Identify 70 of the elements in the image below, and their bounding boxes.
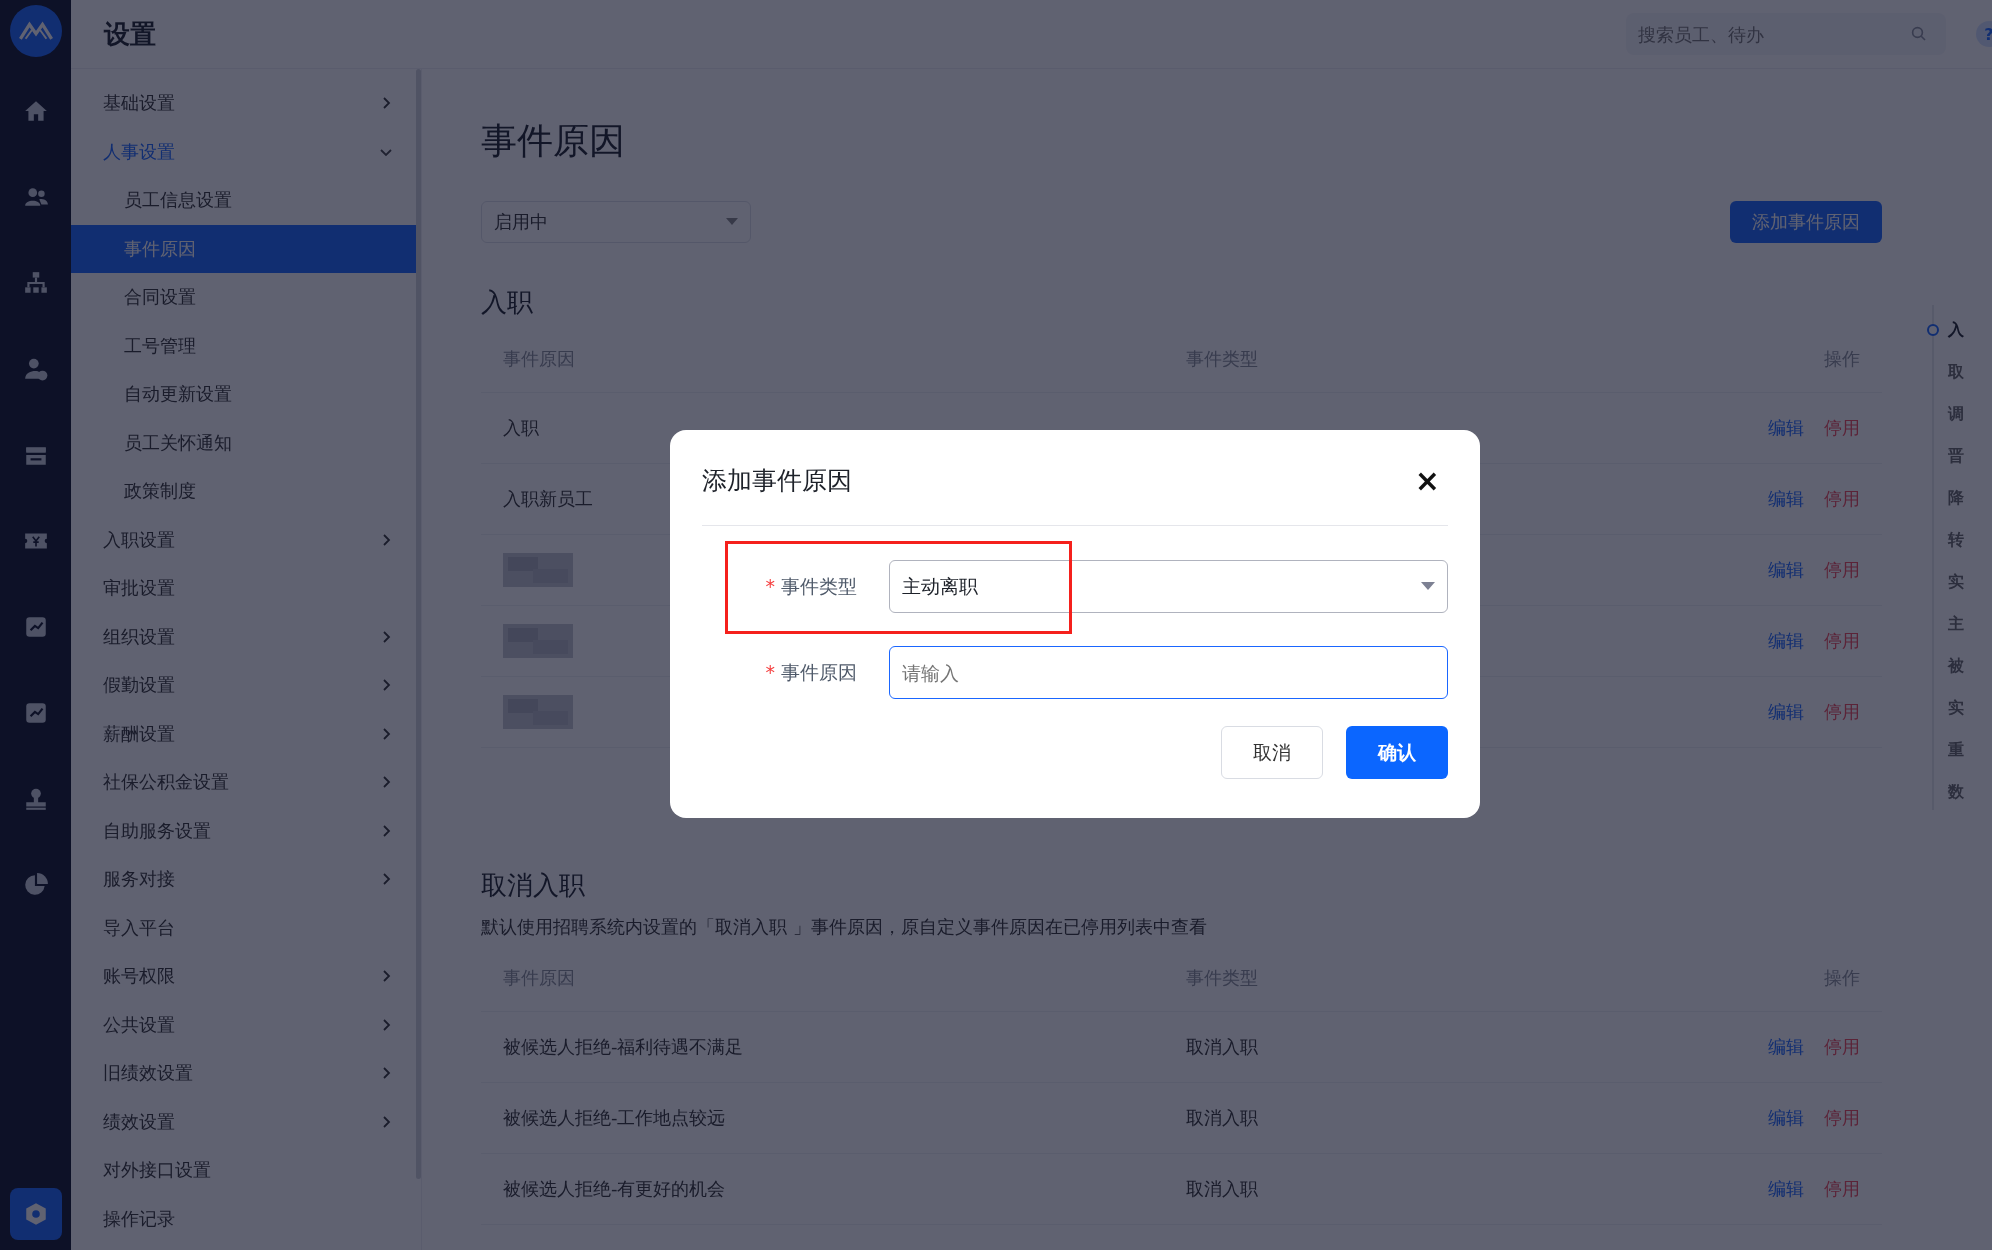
sidebar-item[interactable]: 导入平台	[71, 903, 416, 952]
add-reason-button[interactable]: 添加事件原因	[1730, 201, 1882, 243]
confirm-button[interactable]: 确认	[1346, 726, 1448, 779]
sidebar-item[interactable]: 旧绩效设置	[71, 1049, 416, 1098]
edit-link[interactable]: 编辑	[1768, 558, 1804, 582]
search-icon[interactable]	[1910, 25, 1928, 43]
table-cell: 被候选人拒绝-福利待遇不满足	[503, 1035, 744, 1059]
caret-down-icon	[1421, 582, 1435, 591]
sidebar-item[interactable]: 账号权限	[71, 952, 416, 1001]
table-cell: 入职新员工	[503, 487, 593, 511]
disable-link[interactable]: 停用	[1824, 1106, 1860, 1130]
sidebar-item[interactable]: 假勤设置	[71, 661, 416, 710]
sidebar-subitem[interactable]: 员工信息设置	[71, 176, 416, 225]
table-cell: 取消入职	[1186, 1107, 1258, 1128]
help-button[interactable]: ?	[1976, 21, 1992, 47]
edit-link[interactable]: 编辑	[1768, 1035, 1804, 1059]
sidebar-item[interactable]: 服务对接	[71, 855, 416, 904]
sidebar-item[interactable]: 审批设置	[71, 564, 416, 613]
sidebar-subitem[interactable]: 员工关怀通知	[71, 418, 416, 467]
sidebar-subitem[interactable]: 合同设置	[71, 273, 416, 322]
edit-link[interactable]: 编辑	[1768, 487, 1804, 511]
disable-link[interactable]: 停用	[1824, 629, 1860, 653]
sidebar-item[interactable]: 对外接口设置	[71, 1146, 416, 1195]
sidebar-item[interactable]: 社保公积金设置	[71, 758, 416, 807]
sidebar-subitem[interactable]: 工号管理	[71, 321, 416, 370]
event-reason-field[interactable]: 请输入	[889, 646, 1448, 699]
sidebar-item[interactable]: 组织设置	[71, 612, 416, 661]
section-title: 入职	[481, 286, 534, 319]
disable-link[interactable]: 停用	[1824, 487, 1860, 511]
edit-link[interactable]: 编辑	[1768, 1177, 1804, 1201]
field-label: * 事件类型	[765, 573, 857, 599]
section-description: 默认使用招聘系统内设置的「取消入职 」事件原因，原自定义事件原因在已停用列表中查看	[481, 915, 1208, 939]
field-label: * 事件原因	[765, 659, 857, 685]
disable-link[interactable]: 停用	[1824, 558, 1860, 582]
status-dropdown[interactable]: 启用中	[481, 201, 751, 243]
sidebar-item[interactable]: 操作记录	[71, 1194, 416, 1243]
settings-icon[interactable]	[9, 1188, 62, 1240]
sidebar-item[interactable]: 自助服务设置	[71, 806, 416, 855]
disable-link[interactable]: 停用	[1824, 1177, 1860, 1201]
table-cell: 取消入职	[1186, 1036, 1258, 1057]
sidebar-item[interactable]: 人事设置	[71, 127, 416, 176]
disable-link[interactable]: 停用	[1824, 700, 1860, 724]
sidebar-item[interactable]: 公共设置	[71, 1000, 416, 1049]
caret-down-icon	[726, 218, 738, 226]
sidebar-item[interactable]: 入职设置	[71, 515, 416, 564]
sidebar-item[interactable]: 基础设置	[71, 79, 416, 128]
edit-link[interactable]: 编辑	[1768, 1106, 1804, 1130]
sidebar-subitem[interactable]: 事件原因	[71, 224, 416, 273]
sidebar-subitem[interactable]: 自动更新设置	[71, 370, 416, 419]
disable-link[interactable]: 停用	[1824, 1035, 1860, 1059]
cancel-button[interactable]: 取消	[1221, 726, 1323, 779]
dialog-title: 添加事件原因	[702, 465, 852, 497]
sidebar-item[interactable]: 绩效设置	[71, 1097, 416, 1146]
edit-link[interactable]: 编辑	[1768, 700, 1804, 724]
table-cell: 被候选人拒绝-有更好的机会	[503, 1177, 726, 1201]
anchor-link[interactable]: 入	[1948, 319, 1964, 341]
table-cell: 被候选人拒绝-工作地点较远	[503, 1106, 726, 1130]
page-title: 事件原因	[481, 119, 626, 163]
disable-link[interactable]: 停用	[1824, 416, 1860, 440]
table-cell: 取消入职	[1186, 1178, 1258, 1199]
event-type-select[interactable]: 主动离职	[889, 560, 1448, 613]
section-title: 取消入职	[481, 869, 586, 902]
logo-icon[interactable]	[9, 5, 62, 57]
page-header-title: 设置	[104, 17, 157, 51]
sidebar-item[interactable]: 薪酬设置	[71, 709, 416, 758]
close-button[interactable]: ×	[1406, 465, 1448, 496]
table-cell: 入职	[503, 416, 539, 440]
edit-link[interactable]: 编辑	[1768, 629, 1804, 653]
sidebar-subitem[interactable]: 政策制度	[71, 467, 416, 516]
edit-link[interactable]: 编辑	[1768, 416, 1804, 440]
